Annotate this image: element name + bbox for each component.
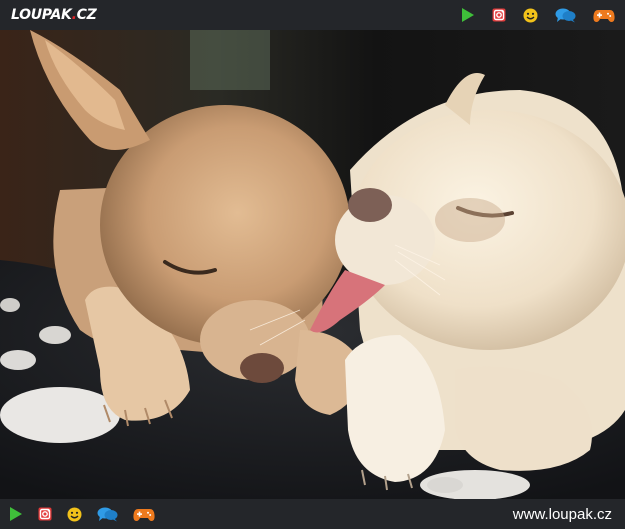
chat-icon[interactable]: [97, 504, 118, 524]
top-bar: LOUPAK.CZ: [0, 0, 625, 30]
top-nav-icons: [444, 5, 615, 25]
chat-icon[interactable]: [555, 5, 576, 25]
play-icon[interactable]: [9, 504, 23, 524]
gamepad-icon[interactable]: [593, 5, 615, 25]
site-logo[interactable]: LOUPAK.CZ: [11, 7, 97, 23]
bottom-nav-icons: [9, 504, 170, 524]
smiley-icon[interactable]: [67, 504, 82, 524]
gamepad-icon[interactable]: [133, 504, 155, 524]
bottom-bar: www.loupak.cz: [0, 499, 625, 529]
instagram-icon[interactable]: [492, 5, 506, 25]
chihuahuas-image: [0, 30, 625, 499]
site-url-link[interactable]: www.loupak.cz: [513, 506, 612, 523]
logo-tld: CZ: [76, 7, 97, 23]
smiley-icon[interactable]: [523, 5, 538, 25]
logo-text: LOUPAK: [11, 7, 72, 23]
dogs-photo: [0, 30, 625, 499]
play-icon[interactable]: [461, 5, 475, 25]
instagram-icon[interactable]: [38, 504, 52, 524]
